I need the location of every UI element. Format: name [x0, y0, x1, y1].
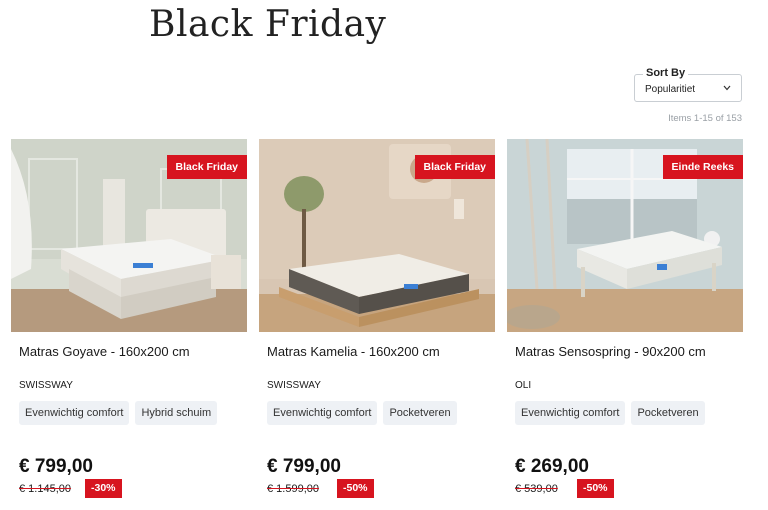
product-image[interactable]: Black Friday — [11, 139, 247, 332]
product-old-price: € 1.599,00 — [267, 483, 319, 495]
discount-badge: -50% — [337, 479, 374, 498]
page-title: Black Friday — [149, 4, 387, 45]
items-count: Items 1-15 of 153 — [668, 113, 742, 124]
product-badge: Black Friday — [414, 155, 495, 179]
product-brand: OLI — [515, 380, 532, 391]
discount-badge: -30% — [85, 479, 122, 498]
product-price: € 269,00 — [515, 456, 589, 477]
product-tags: Evenwichtig comfort Pocketveren — [267, 401, 457, 425]
product-tags: Evenwichtig comfort Hybrid schuim — [19, 401, 218, 425]
product-tag: Evenwichtig comfort — [515, 401, 626, 425]
product-tag: Pocketveren — [631, 401, 705, 425]
product-old-price: € 539,00 — [515, 483, 558, 495]
sort-value: Popularitiet — [645, 84, 696, 95]
product-card[interactable]: Black Friday Matras Goyave - 160x200 cm … — [11, 139, 247, 498]
product-price: € 799,00 — [19, 456, 93, 477]
chevron-down-icon — [723, 85, 731, 91]
sort-label: Sort By — [643, 67, 689, 79]
sort-select[interactable]: Sort By Popularitiet — [634, 67, 742, 102]
product-brand: SWISSWAY — [19, 380, 73, 391]
product-price: € 799,00 — [267, 456, 341, 477]
product-image[interactable]: Black Friday — [259, 139, 495, 332]
product-card[interactable]: Einde Reeks Matras Sensospring - 90x200 … — [507, 139, 743, 498]
product-tag: Pocketveren — [383, 401, 457, 425]
product-card[interactable]: Black Friday Matras Kamelia - 160x200 cm… — [259, 139, 495, 498]
product-tag: Hybrid schuim — [135, 401, 218, 425]
product-old-price: € 1.145,00 — [19, 483, 71, 495]
discount-badge: -50% — [577, 479, 614, 498]
product-badge: Black Friday — [166, 155, 247, 179]
product-name[interactable]: Matras Kamelia - 160x200 cm — [267, 344, 440, 359]
product-name[interactable]: Matras Sensospring - 90x200 cm — [515, 344, 706, 359]
product-name[interactable]: Matras Goyave - 160x200 cm — [19, 344, 190, 359]
product-tag: Evenwichtig comfort — [267, 401, 378, 425]
product-badge: Einde Reeks — [662, 155, 743, 179]
product-image[interactable]: Einde Reeks — [507, 139, 743, 332]
product-tags: Evenwichtig comfort Pocketveren — [515, 401, 705, 425]
product-brand: SWISSWAY — [267, 380, 321, 391]
product-tag: Evenwichtig comfort — [19, 401, 130, 425]
